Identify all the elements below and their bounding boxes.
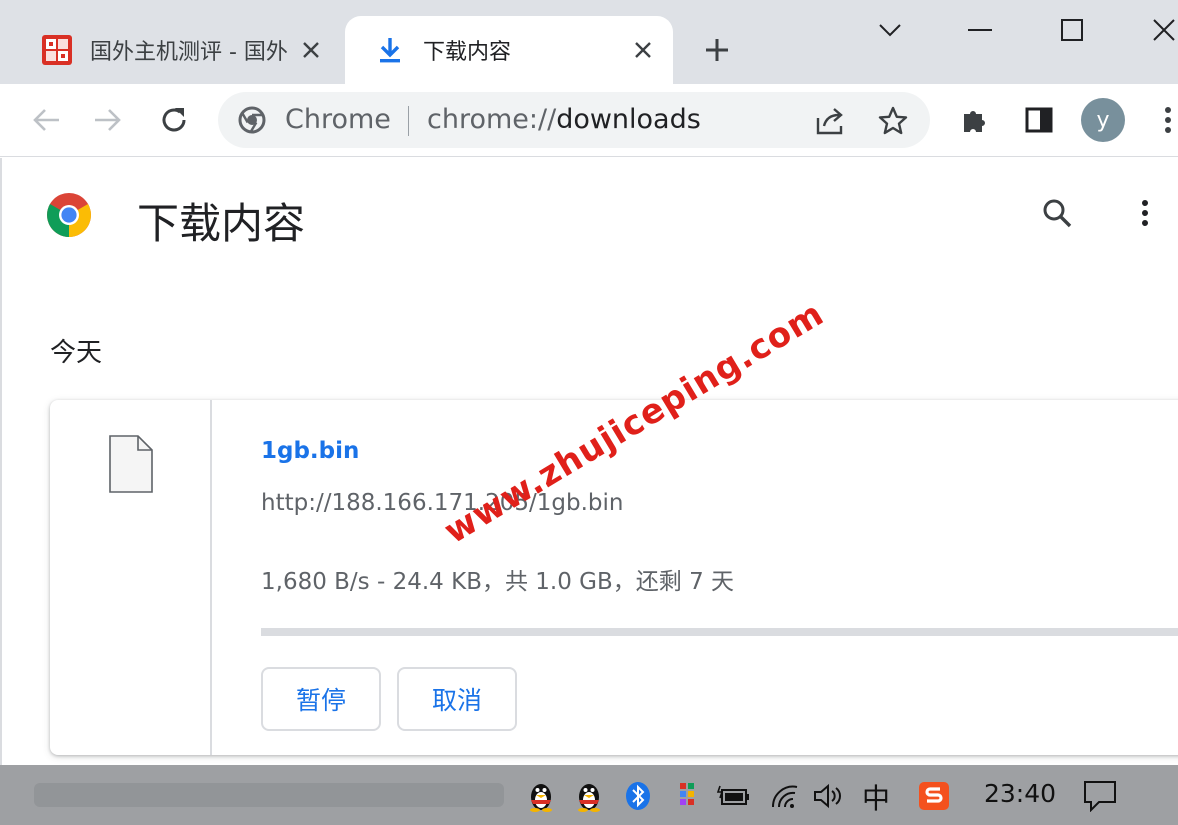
url-scheme: chrome:// (427, 104, 557, 135)
url-path: downloads (556, 104, 701, 135)
tab-title: 国外主机测评 - 国外 (90, 40, 288, 65)
browser-menu-kebab-icon[interactable] (1148, 100, 1178, 140)
taskbar-clock[interactable]: 23:40 (984, 779, 1056, 808)
new-tab-plus-icon[interactable] (700, 33, 734, 67)
close-tab-icon[interactable] (295, 34, 327, 66)
taskbar-blurred-area (34, 783, 504, 807)
share-icon[interactable] (814, 104, 848, 138)
browser-toolbar: Chrome chrome://downloads y (0, 84, 1178, 157)
omnibox-divider (408, 106, 409, 136)
tab-guowai-zhuji[interactable]: 国外主机测评 - 国外 (0, 16, 345, 84)
close-window-icon[interactable] (1144, 10, 1178, 50)
site-seal-icon (40, 33, 74, 67)
back-arrow-icon[interactable] (26, 100, 66, 140)
tab-title: 下载内容 (423, 40, 512, 65)
wifi-icon[interactable] (768, 779, 802, 813)
tab-search-chevron-icon[interactable] (870, 10, 910, 50)
chrome-logo-icon (238, 106, 266, 134)
side-panel-icon[interactable] (1019, 100, 1059, 140)
minimize-icon[interactable] (960, 10, 1000, 50)
cancel-button[interactable]: 取消 (397, 667, 517, 731)
windows-taskbar: 中 23:40 (0, 765, 1178, 825)
download-arrow-icon (373, 33, 407, 67)
file-generic-icon (107, 434, 155, 494)
date-section-label: 今天 (50, 338, 103, 368)
volume-speaker-icon[interactable] (811, 779, 845, 813)
battery-charging-icon[interactable] (716, 779, 750, 813)
chrome-color-logo-icon (46, 192, 92, 238)
search-icon[interactable] (1038, 194, 1076, 232)
qq-penguin-icon[interactable] (524, 779, 558, 813)
bluetooth-icon[interactable] (621, 779, 655, 813)
reload-icon[interactable] (154, 100, 194, 140)
address-bar[interactable]: Chrome chrome://downloads (218, 92, 930, 148)
color-grid-app-icon[interactable] (670, 779, 704, 813)
close-tab-icon[interactable] (627, 34, 659, 66)
downloads-header: 下载内容 (2, 158, 1178, 276)
downloads-menu-kebab-icon[interactable] (1126, 194, 1164, 232)
tab-downloads[interactable]: 下载内容 (345, 16, 673, 84)
sogou-input-icon[interactable] (917, 779, 951, 813)
notification-center-icon[interactable] (1083, 779, 1117, 813)
ime-mode-indicator[interactable]: 中 (862, 777, 890, 817)
qq-penguin-icon[interactable] (572, 779, 606, 813)
page-title: 下载内容 (137, 199, 306, 248)
forward-arrow-icon[interactable] (88, 100, 128, 140)
maximize-icon[interactable] (1052, 10, 1092, 50)
tab-strip: 国外主机测评 - 国外 下载内容 (0, 0, 1178, 84)
bookmark-star-icon[interactable] (876, 104, 910, 138)
profile-avatar[interactable]: y (1081, 98, 1125, 142)
download-file-link[interactable]: 1gb.bin (261, 438, 359, 464)
omnibox-url[interactable]: chrome://downloads (427, 104, 701, 135)
omnibox-chrome-label: Chrome (285, 104, 391, 135)
file-icon-column (50, 400, 212, 755)
download-progress-bar (261, 628, 1178, 636)
download-source-url[interactable]: http://188.166.171.205/1gb.bin (261, 490, 623, 516)
download-status-text: 1,680 B/s - 24.4 KB，共 1.0 GB，还剩 7 天 (261, 569, 735, 595)
extensions-puzzle-icon[interactable] (955, 100, 995, 140)
pause-button[interactable]: 暂停 (261, 667, 381, 731)
